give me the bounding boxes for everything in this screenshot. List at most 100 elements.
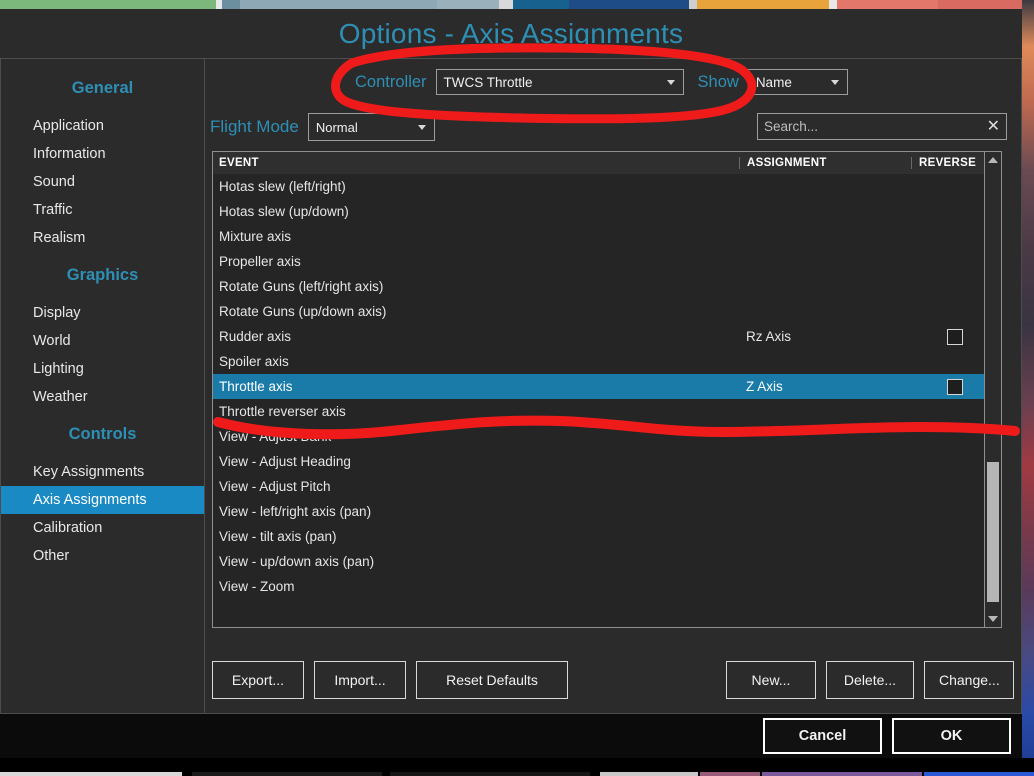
cell-event: Propeller axis: [213, 254, 739, 269]
controller-select-value: TWCS Throttle: [444, 75, 533, 90]
taskbar-segment: [240, 0, 437, 9]
table-row[interactable]: View - Adjust Bank: [213, 424, 1001, 449]
column-header-event[interactable]: EVENT: [213, 157, 739, 169]
sidebar-item-display[interactable]: Display: [1, 299, 204, 327]
cell-assignment: Z Axis: [739, 379, 911, 394]
reverse-checkbox[interactable]: [947, 379, 963, 395]
taskbar-segment: [499, 0, 513, 9]
cell-event: View - tilt axis (pan): [213, 529, 739, 544]
cell-assignment: Rz Axis: [739, 329, 911, 344]
desktop-right-wallpaper: [1022, 0, 1034, 776]
show-select-value: Name: [756, 75, 792, 90]
table-row[interactable]: Hotas slew (up/down): [213, 199, 1001, 224]
table-row[interactable]: View - tilt axis (pan): [213, 524, 1001, 549]
sidebar-item-realism[interactable]: Realism: [1, 224, 204, 252]
dialog-footer: Cancel OK: [0, 714, 1022, 758]
sidebar-item-application[interactable]: Application: [1, 112, 204, 140]
background-window-chip: [0, 772, 182, 776]
sidebar-item-lighting[interactable]: Lighting: [1, 355, 204, 383]
table-row[interactable]: View - up/down axis (pan): [213, 549, 1001, 574]
cell-event: Rotate Guns (up/down axis): [213, 304, 739, 319]
cell-event: Hotas slew (left/right): [213, 179, 739, 194]
desktop-taskbar-strip: [0, 0, 1034, 9]
sidebar-item-sound[interactable]: Sound: [1, 168, 204, 196]
sidebar-group-title-general: General: [1, 79, 204, 98]
table-row[interactable]: Throttle axisZ Axis: [213, 374, 1001, 399]
reset-defaults-button[interactable]: Reset Defaults: [416, 661, 568, 699]
sidebar-item-calibration[interactable]: Calibration: [1, 514, 204, 542]
table-row[interactable]: Rotate Guns (left/right axis): [213, 274, 1001, 299]
sidebar-item-world[interactable]: World: [1, 327, 204, 355]
taskbar-segment: [697, 0, 829, 9]
table-row[interactable]: View - Adjust Pitch: [213, 474, 1001, 499]
sidebar-item-traffic[interactable]: Traffic: [1, 196, 204, 224]
scroll-down-button[interactable]: [985, 611, 1001, 627]
content-panel: Controller TWCS Throttle Show Name Fligh…: [205, 58, 1022, 714]
scroll-up-button[interactable]: [985, 152, 1001, 168]
table-row[interactable]: Hotas slew (left/right): [213, 174, 1001, 199]
table-row[interactable]: Rotate Guns (up/down axis): [213, 299, 1001, 324]
ok-button[interactable]: OK: [892, 718, 1011, 754]
search-box[interactable]: ✕: [757, 113, 1007, 140]
page-title: Options - Axis Assignments: [339, 18, 683, 50]
search-input[interactable]: [764, 119, 983, 134]
controller-label: Controller: [355, 73, 427, 92]
cancel-button[interactable]: Cancel: [763, 718, 882, 754]
table-row[interactable]: View - Adjust Heading: [213, 449, 1001, 474]
background-window-chip: [700, 772, 760, 776]
new-button[interactable]: New...: [726, 661, 816, 699]
column-header-assignment[interactable]: ASSIGNMENT: [739, 157, 911, 169]
chevron-down-icon: [831, 80, 839, 85]
table-row[interactable]: Rudder axisRz Axis: [213, 324, 1001, 349]
background-window-chip: [390, 772, 590, 776]
table-row[interactable]: View - left/right axis (pan): [213, 499, 1001, 524]
table-row[interactable]: Spoiler axis: [213, 349, 1001, 374]
delete-button[interactable]: Delete...: [826, 661, 914, 699]
cell-event: Spoiler axis: [213, 354, 739, 369]
table-row[interactable]: Propeller axis: [213, 249, 1001, 274]
change-button[interactable]: Change...: [924, 661, 1014, 699]
cell-event: Rotate Guns (left/right axis): [213, 279, 739, 294]
show-label: Show: [698, 73, 739, 92]
cell-event: View - Adjust Bank: [213, 429, 739, 444]
cell-event: Mixture axis: [213, 229, 739, 244]
sidebar-item-axis-assignments[interactable]: Axis Assignments: [1, 486, 204, 514]
taskbar-segment: [689, 0, 697, 9]
background-window-chip: [192, 772, 382, 776]
chevron-down-icon: [988, 616, 998, 622]
chevron-down-icon: [667, 80, 675, 85]
flight-mode-select[interactable]: Normal: [308, 113, 435, 141]
flight-mode-select-value: Normal: [316, 120, 358, 135]
import-button[interactable]: Import...: [314, 661, 406, 699]
table-row[interactable]: Throttle reverser axis: [213, 399, 1001, 424]
flight-mode-label: Flight Mode: [210, 117, 299, 137]
taskbar-segment: [513, 0, 569, 9]
show-select[interactable]: Name: [748, 69, 848, 95]
taskbar-segment: [222, 0, 240, 9]
vertical-scrollbar[interactable]: [984, 152, 1001, 627]
close-icon[interactable]: ✕: [983, 119, 1000, 135]
taskbar-segment: [837, 0, 938, 9]
cell-event: Hotas slew (up/down): [213, 204, 739, 219]
scrollbar-thumb[interactable]: [987, 462, 999, 602]
background-window-chip: [924, 772, 1034, 776]
controller-select[interactable]: TWCS Throttle: [436, 69, 684, 95]
sidebar-item-key-assignments[interactable]: Key Assignments: [1, 458, 204, 486]
background-window-chip: [762, 772, 922, 776]
cell-event: Rudder axis: [213, 329, 739, 344]
table-row[interactable]: Mixture axis: [213, 224, 1001, 249]
taskbar-segment: [437, 0, 499, 9]
sidebar-group-title-graphics: Graphics: [1, 266, 204, 285]
sidebar-item-weather[interactable]: Weather: [1, 383, 204, 411]
right-actions: New... Delete... Change...: [726, 661, 1014, 699]
cell-event: View - left/right axis (pan): [213, 504, 739, 519]
chevron-up-icon: [988, 157, 998, 163]
cell-event: View - up/down axis (pan): [213, 554, 739, 569]
sidebar-item-information[interactable]: Information: [1, 140, 204, 168]
table-body: Hotas slew (left/right) Hotas slew (up/do…: [213, 174, 1001, 627]
reverse-checkbox[interactable]: [947, 329, 963, 345]
export-button[interactable]: Export...: [212, 661, 304, 699]
sidebar-item-other[interactable]: Other: [1, 542, 204, 570]
table-row[interactable]: View - Zoom: [213, 574, 1001, 599]
desktop-bottom-strip: [0, 758, 1034, 776]
